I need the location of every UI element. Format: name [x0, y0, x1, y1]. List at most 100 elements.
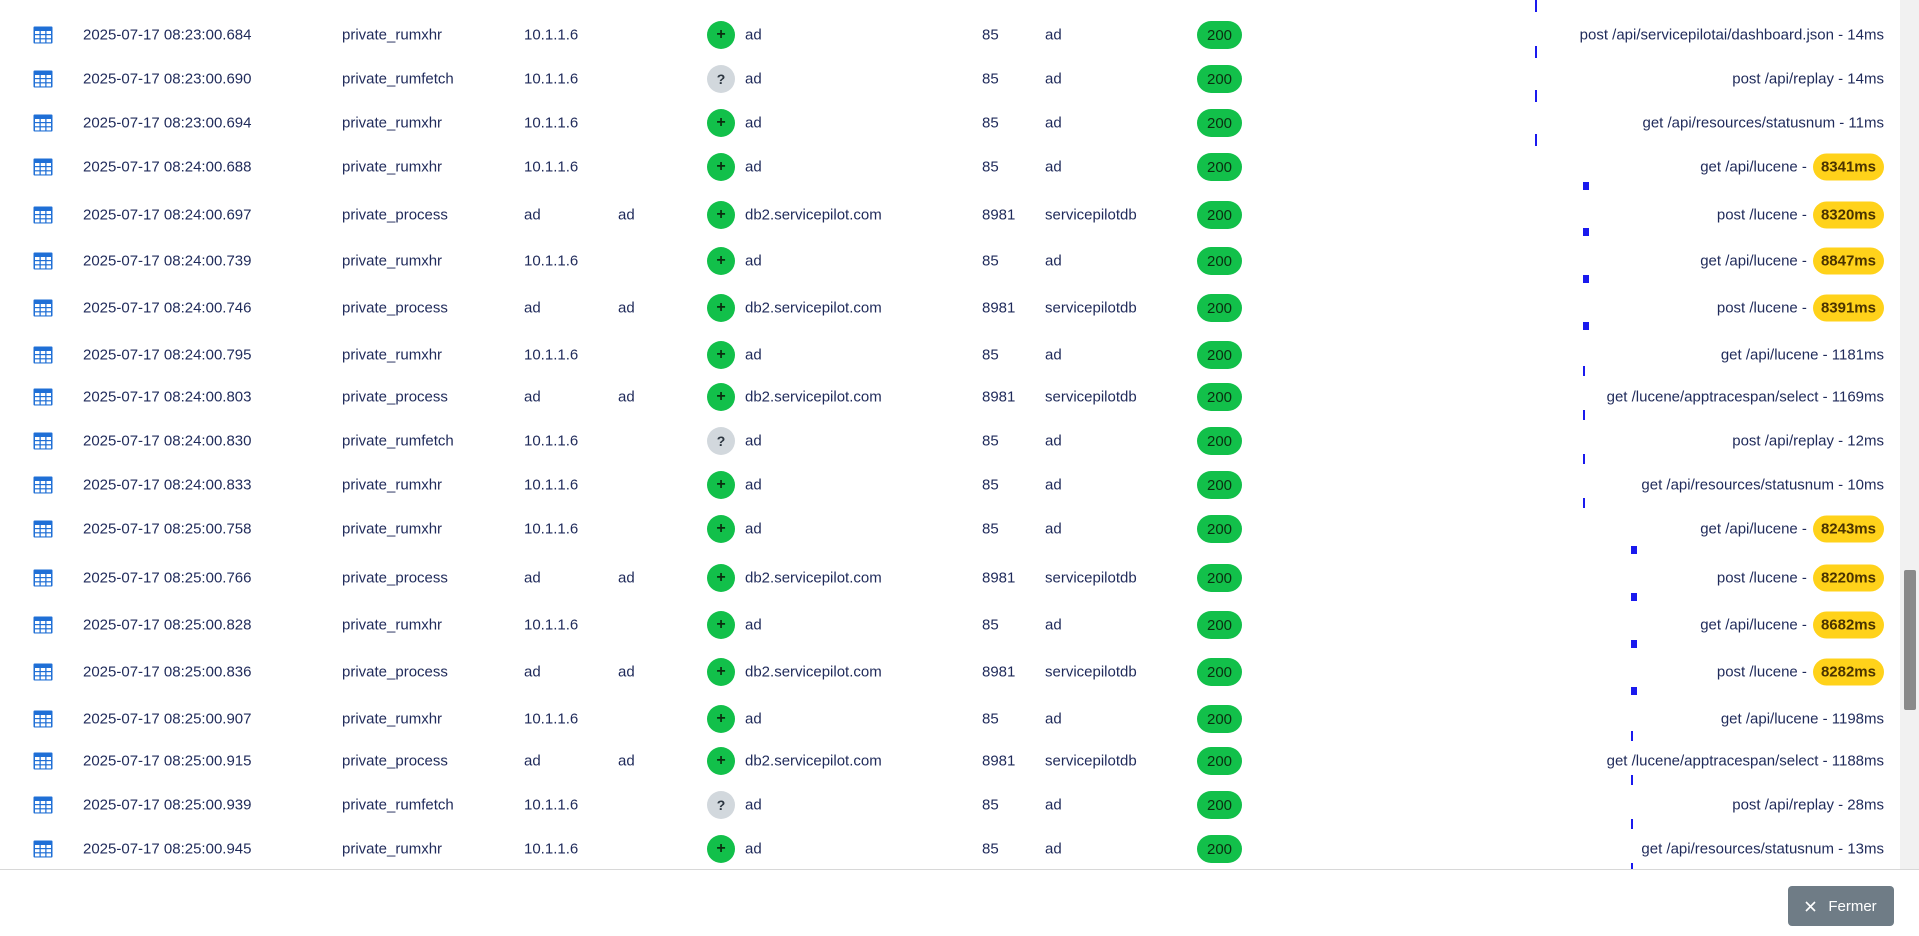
status-badge: 200 [1197, 747, 1242, 775]
table-icon[interactable] [33, 663, 53, 681]
plus-badge-icon[interactable]: + [707, 747, 735, 775]
table-icon[interactable] [33, 206, 53, 224]
row-type: private_rumxhr [342, 346, 443, 364]
table-icon[interactable] [33, 432, 53, 450]
table-icon[interactable] [33, 569, 53, 587]
table-icon[interactable] [33, 520, 53, 538]
row-type: private_rumxhr [342, 616, 443, 634]
table-icon[interactable] [33, 476, 53, 494]
table-row[interactable]: 2025-07-17 08:24:00.688 private_rumxhr 10.… [0, 147, 1900, 187]
table-row[interactable]: 2025-07-17 08:24:00.833 private_rumxhr 10.… [0, 465, 1900, 505]
row-db: ad [1045, 796, 1062, 814]
plus-badge-icon[interactable]: + [707, 21, 735, 49]
table-row[interactable]: 2025-07-17 08:25:00.907 private_rumxhr 10.… [0, 697, 1900, 741]
plus-badge-icon[interactable]: + [707, 658, 735, 686]
row-port: 8981 [982, 663, 1016, 681]
row-db: servicepilotdb [1045, 752, 1137, 770]
row-host: ad [745, 70, 762, 88]
plus-badge-icon[interactable]: + [707, 705, 735, 733]
plus-badge-icon[interactable]: + [707, 471, 735, 499]
table-icon[interactable] [33, 158, 53, 176]
row-timestamp: 2025-07-17 08:25:00.945 [83, 840, 252, 858]
plus-badge-icon[interactable]: + [707, 835, 735, 863]
table-row[interactable]: 2025-07-17 08:24:00.830 private_rumfetch 1… [0, 421, 1900, 461]
table-row[interactable]: 2025-07-17 08:24:00.803 private_process ad… [0, 377, 1900, 417]
row-type: private_rumxhr [342, 520, 443, 538]
row-host: ad [745, 710, 762, 728]
close-button[interactable]: Fermer [1788, 886, 1894, 926]
table-icon[interactable] [33, 796, 53, 814]
row-extra: ad [618, 752, 635, 770]
request-label: get /api/resources/statusnum - 10ms [1641, 476, 1884, 494]
row-port: 8981 [982, 752, 1016, 770]
row-type: private_process [342, 299, 448, 317]
question-badge-icon[interactable]: ? [707, 791, 735, 819]
table-row[interactable]: 2025-07-17 08:23:00.694 private_rumxhr 10.… [0, 103, 1900, 143]
plus-badge-icon[interactable]: + [707, 341, 735, 369]
table-row[interactable]: 2025-07-17 08:25:00.836 private_process ad… [0, 650, 1900, 694]
plus-badge-icon[interactable]: + [707, 153, 735, 181]
question-badge-icon[interactable]: ? [707, 65, 735, 93]
timeline-bar [1583, 498, 1585, 508]
table-row[interactable]: 2025-07-17 08:25:00.915 private_process ad… [0, 741, 1900, 781]
table-row[interactable]: 2025-07-17 08:24:00.795 private_rumxhr 10.… [0, 333, 1900, 377]
row-port: 85 [982, 840, 999, 858]
row-host: ad [745, 26, 762, 44]
plus-badge-icon[interactable]: + [707, 109, 735, 137]
row-extra: ad [618, 299, 635, 317]
table-row[interactable]: 2025-07-17 08:24:00.746 private_process ad… [0, 286, 1900, 330]
table-icon[interactable] [33, 299, 53, 317]
timeline-bar [1631, 687, 1637, 695]
table-row[interactable]: 2025-07-17 08:24:00.739 private_rumxhr 10.… [0, 239, 1900, 283]
table-row[interactable]: 2025-07-17 08:25:00.945 private_rumxhr 10.… [0, 829, 1900, 869]
duration-pill: 8341ms [1812, 153, 1884, 181]
row-db: ad [1045, 114, 1062, 132]
row-request: get /lucene/apptracespan/select - 1169ms [1607, 389, 1884, 406]
row-port: 85 [982, 252, 999, 270]
plus-badge-icon[interactable]: + [707, 564, 735, 592]
table-icon[interactable] [33, 346, 53, 364]
table-icon[interactable] [33, 840, 53, 858]
row-timestamp: 2025-07-17 08:23:00.684 [83, 26, 252, 44]
timeline-bar [1631, 775, 1633, 785]
plus-badge-icon[interactable]: + [707, 611, 735, 639]
table-row[interactable]: 2025-07-17 08:23:00.690 private_rumfetch 1… [0, 59, 1900, 99]
table-row[interactable]: 2025-07-17 08:25:00.766 private_process ad… [0, 556, 1900, 600]
plus-badge-icon[interactable]: + [707, 201, 735, 229]
timeline-bar [1535, 90, 1537, 102]
table-icon[interactable] [33, 114, 53, 132]
status-badge: 200 [1197, 471, 1242, 499]
table-row[interactable]: 2025-07-17 08:25:00.758 private_rumxhr 10.… [0, 509, 1900, 549]
plus-badge-icon[interactable]: + [707, 515, 735, 543]
table-icon[interactable] [33, 26, 53, 44]
table-icon[interactable] [33, 388, 53, 406]
timeline-bar [1631, 546, 1637, 554]
row-db: servicepilotdb [1045, 569, 1137, 587]
plus-badge-icon[interactable]: + [707, 247, 735, 275]
row-db: ad [1045, 520, 1062, 538]
table-icon[interactable] [33, 252, 53, 270]
row-timestamp: 2025-07-17 08:24:00.795 [83, 346, 252, 364]
table-icon[interactable] [33, 70, 53, 88]
plus-badge-icon[interactable]: + [707, 383, 735, 411]
request-label: get /api/lucene - [1700, 158, 1807, 176]
table-icon[interactable] [33, 616, 53, 634]
row-port: 85 [982, 616, 999, 634]
table-row[interactable]: 2025-07-17 08:25:00.828 private_rumxhr 10.… [0, 603, 1900, 647]
table-icon[interactable] [33, 710, 53, 728]
row-db: ad [1045, 710, 1062, 728]
duration-pill: 8320ms [1812, 201, 1884, 229]
plus-badge-icon[interactable]: + [707, 294, 735, 322]
scrollbar[interactable] [1900, 0, 1919, 869]
close-icon [1805, 900, 1816, 912]
table-row[interactable]: 2025-07-17 08:24:00.697 private_process ad… [0, 193, 1900, 237]
row-host: ad [745, 520, 762, 538]
table-row[interactable]: 2025-07-17 08:23:00.684 private_rumxhr 10.… [0, 15, 1900, 55]
timeline-bar [1631, 819, 1633, 829]
scrollbar-thumb[interactable] [1904, 570, 1916, 710]
table-icon[interactable] [33, 752, 53, 770]
table-row[interactable]: 2025-07-17 08:25:00.939 private_rumfetch 1… [0, 785, 1900, 825]
row-timestamp: 2025-07-17 08:23:00.694 [83, 114, 252, 132]
row-timestamp: 2025-07-17 08:25:00.939 [83, 796, 252, 814]
question-badge-icon[interactable]: ? [707, 427, 735, 455]
